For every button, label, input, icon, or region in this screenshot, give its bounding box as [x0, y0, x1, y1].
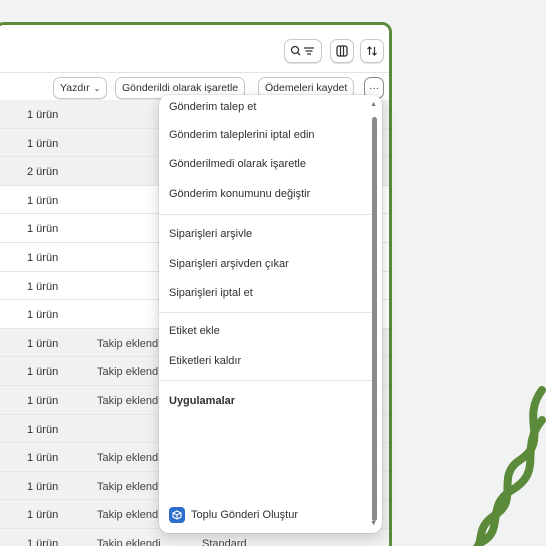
items-count: 1 ürün [27, 194, 59, 207]
print-button[interactable]: Yazdır ⌄ [53, 77, 108, 99]
print-label: Yazdır [60, 82, 90, 94]
app-icon [169, 507, 185, 523]
menu-item-archive-orders[interactable]: Siparişleri arşivle [169, 228, 252, 240]
items-count: 1 ürün [27, 309, 59, 322]
menu-divider [159, 312, 375, 313]
more-actions-menu: Gönderim talep et Gönderim taleplerini i… [159, 95, 382, 533]
scroll-down-arrow-icon[interactable]: ▼ [370, 520, 377, 527]
tracking-status: Takip eklend [97, 509, 159, 522]
columns-button[interactable] [330, 39, 354, 63]
menu-item-cancel-orders[interactable]: Siparişleri iptal et [169, 287, 253, 299]
tracking-status: Takip eklend [97, 337, 159, 350]
scroll-up-arrow-icon[interactable]: ▲ [370, 101, 377, 108]
items-count: 1 ürün [27, 280, 59, 293]
items-count: 1 ürün [27, 137, 59, 150]
menu-item-remove-tags[interactable]: Etiketleri kaldır [169, 355, 241, 367]
apps-heading: Uygulamalar [169, 395, 236, 407]
items-count: 2 ürün [27, 166, 59, 179]
items-count: 1 ürün [27, 109, 59, 121]
sort-icon [367, 46, 377, 56]
items-count: 1 ürün [27, 509, 59, 522]
tracking-status: Takip eklend [97, 480, 159, 493]
menu-item-bulk-shipment-app[interactable]: Toplu Gönderi Oluştur [191, 509, 298, 521]
search-filter-button[interactable] [284, 39, 322, 63]
tracking-status: Takip eklend [97, 452, 159, 465]
items-count: 1 ürün [27, 223, 59, 236]
items-count: 1 ürün [27, 452, 59, 465]
menu-item-mark-unfulfilled[interactable]: Gönderilmedi olarak işaretle [169, 158, 306, 170]
mark-shipped-label: Gönderildi olarak işaretle [122, 82, 239, 94]
sort-button[interactable] [360, 39, 384, 63]
tracking-status: Takip eklend [97, 394, 159, 407]
menu-item-change-location[interactable]: Gönderim konumunu değiştir [169, 188, 310, 200]
more-icon: ··· [369, 82, 379, 94]
items-count: 1 ürün [27, 251, 59, 264]
save-payments-label: Ödemeleri kaydet [265, 82, 348, 94]
tracking-status: Takip eklendi [97, 537, 161, 546]
menu-divider [159, 380, 375, 381]
menu-scrollbar[interactable] [372, 117, 377, 521]
menu-item-unarchive-orders[interactable]: Siparişleri arşivden çıkar [169, 258, 289, 270]
items-count: 1 ürün [27, 394, 59, 407]
items-count: 1 ürün [27, 480, 59, 493]
items-count: 1 ürün [27, 423, 59, 436]
items-count: 1 ürün [27, 366, 59, 379]
menu-item-cancel-fulfillment-requests[interactable]: Gönderim taleplerini iptal edin [169, 129, 315, 141]
items-count: 1 ürün [27, 337, 59, 350]
menu-item-add-tags[interactable]: Etiket ekle [169, 325, 220, 337]
delivery-method: Standard [202, 537, 247, 546]
chevron-down-icon: ⌄ [93, 83, 101, 93]
columns-icon [336, 45, 348, 57]
menu-item-request-fulfillment[interactable]: Gönderim talep et [169, 101, 256, 113]
decorative-squiggle [473, 386, 546, 546]
search-filter-icon [290, 45, 314, 56]
menu-divider [159, 214, 375, 215]
tracking-status: Takip eklend [97, 366, 159, 379]
items-count: 1 ürün [27, 537, 59, 546]
